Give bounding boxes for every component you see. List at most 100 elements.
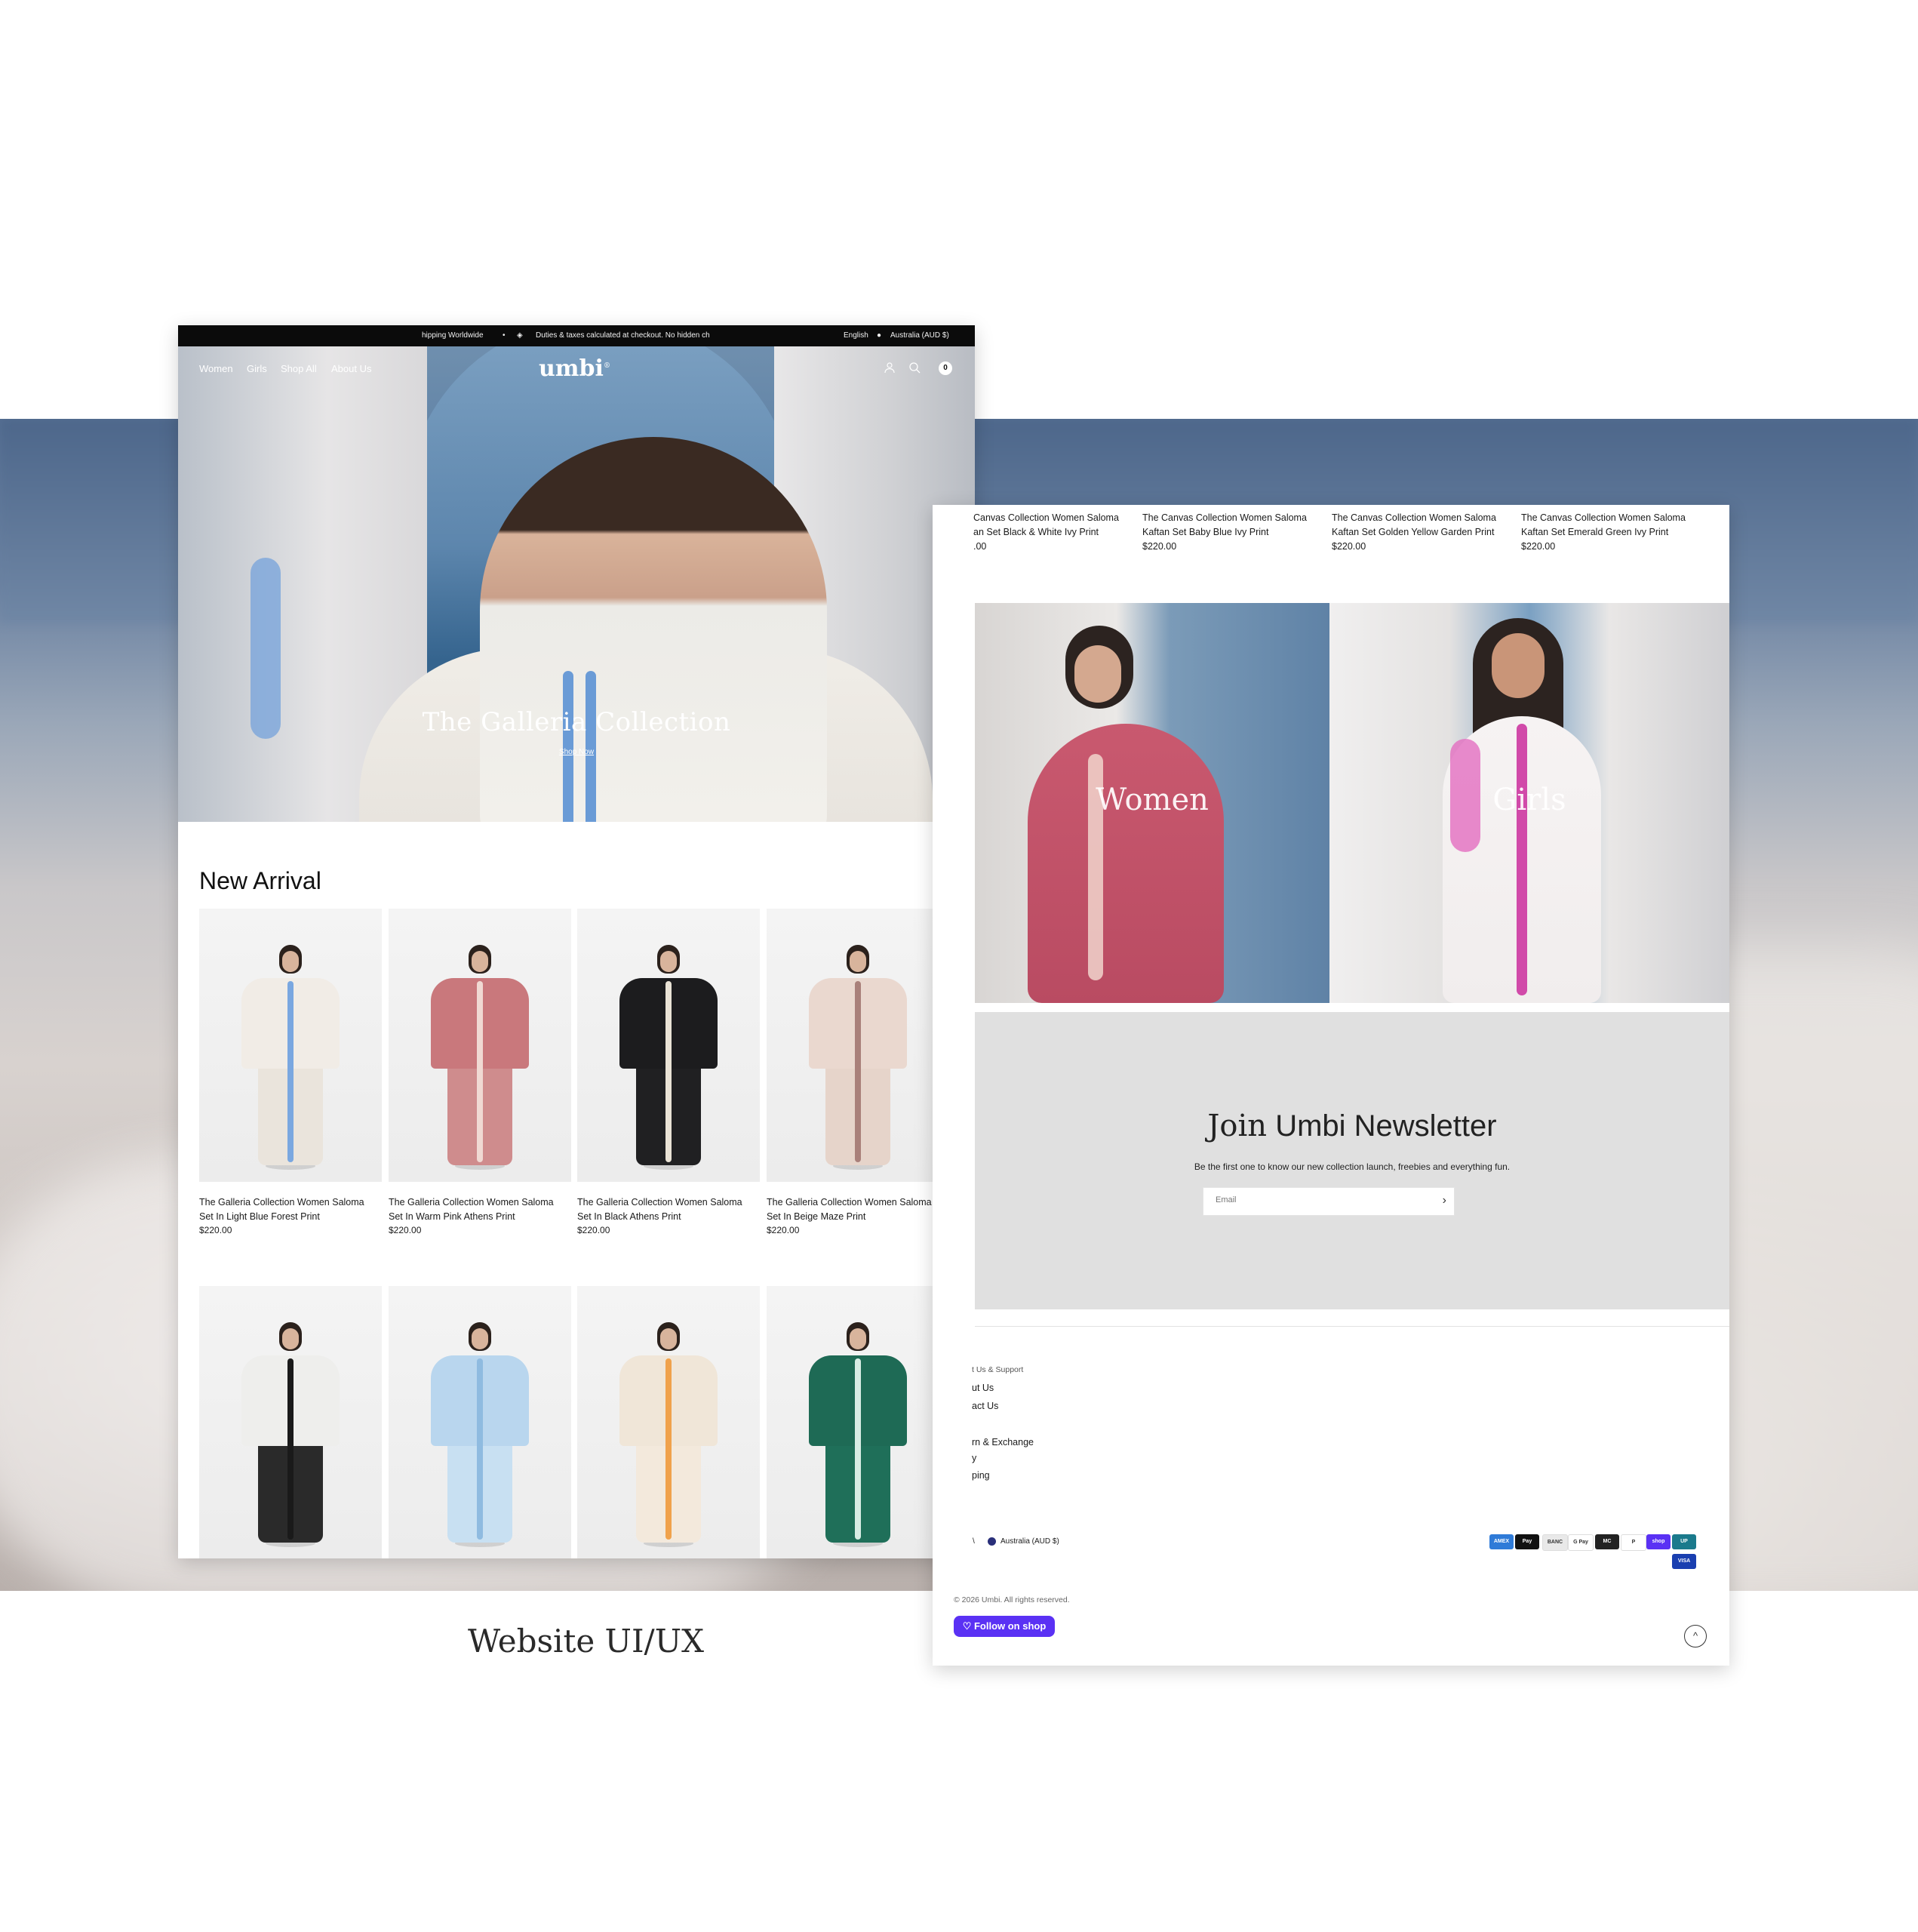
- newsletter-title-serif: Join: [1207, 1109, 1268, 1143]
- announcement-shipping: hipping Worldwide: [422, 331, 484, 340]
- tag-icon: ◈: [517, 331, 523, 340]
- canvas-product-info[interactable]: The Canvas Collection Women Saloma Kaftan…: [1332, 511, 1513, 554]
- product-card[interactable]: The Galleria Collection Women Saloma Set …: [577, 909, 760, 1235]
- footer-link[interactable]: ut Us: [972, 1383, 994, 1393]
- payment-method-icon: Pay: [1515, 1534, 1539, 1549]
- hero-dress-motif: [563, 671, 573, 822]
- language-selector[interactable]: English: [844, 331, 868, 340]
- newsletter-title: Join Umbi Newsletter: [975, 1109, 1729, 1143]
- hero-banner[interactable]: The Galleria Collection Shop Now: [178, 346, 975, 822]
- submit-arrow-icon[interactable]: ›: [1443, 1194, 1446, 1208]
- follow-on-shop-label: Follow on shop: [973, 1620, 1047, 1632]
- umbi-logo[interactable]: umbi®: [539, 355, 610, 382]
- girls-outfit-motif: [1517, 724, 1527, 995]
- women-model-face: [1074, 645, 1121, 703]
- product-name-line: an Set Black & White Ivy Print: [973, 527, 1099, 537]
- category-girls-label: Girls: [1492, 783, 1566, 817]
- caption: Website UI/UX: [468, 1623, 704, 1660]
- product-name-line: The Galleria Collection Women Saloma: [199, 1197, 364, 1208]
- footer-link[interactable]: y: [972, 1453, 976, 1463]
- product-price: $220.00: [1142, 541, 1177, 552]
- product-motif: [477, 981, 483, 1162]
- scroll-to-top-button[interactable]: ^: [1684, 1625, 1707, 1647]
- product-name-line: Kaftan Set Golden Yellow Garden Print: [1332, 527, 1495, 537]
- model-face: [282, 951, 299, 972]
- nav-women[interactable]: Women: [199, 363, 233, 374]
- footer-country-prefix: \: [973, 1537, 975, 1546]
- product-card[interactable]: [199, 1286, 382, 1558]
- payment-method-icon: AMEX: [1489, 1534, 1514, 1549]
- payment-method-icon: VISA: [1672, 1554, 1696, 1569]
- product-image[interactable]: [199, 909, 382, 1182]
- product-name[interactable]: The Galleria Collection Women Saloma Set …: [389, 1195, 571, 1224]
- newsletter-section: Join Umbi Newsletter Be the first one to…: [975, 1012, 1729, 1309]
- copyright-text: © 2026 Umbi. All rights reserved.: [954, 1595, 1070, 1604]
- model-face: [660, 951, 677, 972]
- product-image[interactable]: [767, 1286, 949, 1558]
- category-girls-tile[interactable]: Girls: [1329, 603, 1729, 1003]
- product-card[interactable]: [767, 1286, 949, 1558]
- product-card[interactable]: [389, 1286, 571, 1558]
- product-name[interactable]: The Galleria Collection Women Saloma Set …: [577, 1195, 760, 1224]
- canvas-product-info[interactable]: Canvas Collection Women Saloma an Set Bla…: [973, 511, 1154, 554]
- payment-method-icon: UP: [1672, 1534, 1696, 1549]
- product-motif: [855, 1358, 861, 1540]
- product-motif: [855, 981, 861, 1162]
- model-face: [282, 1328, 299, 1349]
- canvas-product-info[interactable]: The Canvas Collection Women Saloma Kaftan…: [1142, 511, 1323, 554]
- model-face: [850, 951, 866, 972]
- country-selector[interactable]: Australia (AUD $): [890, 331, 949, 340]
- model-face: [472, 1328, 488, 1349]
- footer-link[interactable]: act Us: [972, 1401, 998, 1411]
- chevron-up-icon: ^: [1692, 1630, 1698, 1641]
- product-card[interactable]: [577, 1286, 760, 1558]
- product-image[interactable]: [767, 909, 949, 1182]
- product-name-line: The Galleria Collection Women Saloma: [389, 1197, 554, 1208]
- product-name[interactable]: The Galleria Collection Women Saloma Set …: [199, 1195, 382, 1224]
- product-image[interactable]: [577, 1286, 760, 1558]
- footer-link[interactable]: ping: [972, 1470, 990, 1481]
- product-image[interactable]: [199, 1286, 382, 1558]
- footer-link[interactable]: rn & Exchange: [972, 1437, 1034, 1447]
- product-name-line: Canvas Collection Women Saloma: [973, 512, 1119, 523]
- cart-count-badge[interactable]: 0: [939, 361, 952, 375]
- product-motif: [287, 981, 294, 1162]
- footer-country-selector[interactable]: \ Australia (AUD $): [973, 1537, 1059, 1546]
- payment-method-icon: P: [1621, 1534, 1646, 1551]
- account-icon[interactable]: [883, 361, 896, 375]
- model-face: [660, 1328, 677, 1349]
- product-name-line: The Galleria Collection Women Saloma: [577, 1197, 742, 1208]
- payment-method-icon: MC: [1595, 1534, 1619, 1549]
- newsletter-form: ›: [1203, 1187, 1455, 1216]
- category-women-tile[interactable]: Women: [975, 603, 1329, 1003]
- flag-icon: [988, 1537, 996, 1546]
- product-price: $220.00: [1332, 541, 1366, 552]
- email-input[interactable]: [1214, 1195, 1413, 1205]
- product-image[interactable]: [577, 909, 760, 1182]
- canvas-product-info[interactable]: The Canvas Collection Women Saloma Kaftan…: [1521, 511, 1702, 554]
- search-icon[interactable]: [908, 361, 921, 375]
- payment-method-icon: shop: [1646, 1534, 1671, 1549]
- shop-now-link[interactable]: Shop Now: [539, 748, 614, 756]
- product-price: $220.00: [1521, 541, 1556, 552]
- product-card[interactable]: The Galleria Collection Women Saloma Set …: [389, 909, 571, 1235]
- nav-about-us[interactable]: About Us: [331, 363, 371, 374]
- product-image[interactable]: [389, 909, 571, 1182]
- homepage-top-screenshot: hipping Worldwide • ◈ Duties & taxes cal…: [178, 325, 975, 1558]
- product-motif: [287, 1358, 294, 1540]
- model-face: [472, 951, 488, 972]
- homepage-bottom-screenshot: Women Girls Join Umbi Newsletter Be the …: [933, 505, 1729, 1666]
- nav-girls[interactable]: Girls: [247, 363, 267, 374]
- payment-method-icon: G Pay: [1568, 1534, 1594, 1551]
- product-name[interactable]: The Galleria Collection Women Saloma Set …: [767, 1195, 949, 1224]
- nav-shop-all[interactable]: Shop All: [281, 363, 317, 374]
- hero-model: [480, 437, 827, 822]
- product-card[interactable]: The Galleria Collection Women Saloma Set …: [199, 909, 382, 1235]
- product-image[interactable]: [389, 1286, 571, 1558]
- follow-on-shop-button[interactable]: ♡ Follow on shop: [954, 1616, 1055, 1637]
- product-card[interactable]: The Galleria Collection Women Saloma Set …: [767, 909, 949, 1235]
- product-name-line: The Canvas Collection Women Saloma: [1332, 512, 1496, 523]
- product-motif: [477, 1358, 483, 1540]
- heart-icon: ♡: [962, 1620, 974, 1632]
- product-name-line: The Galleria Collection Women Saloma: [767, 1197, 932, 1208]
